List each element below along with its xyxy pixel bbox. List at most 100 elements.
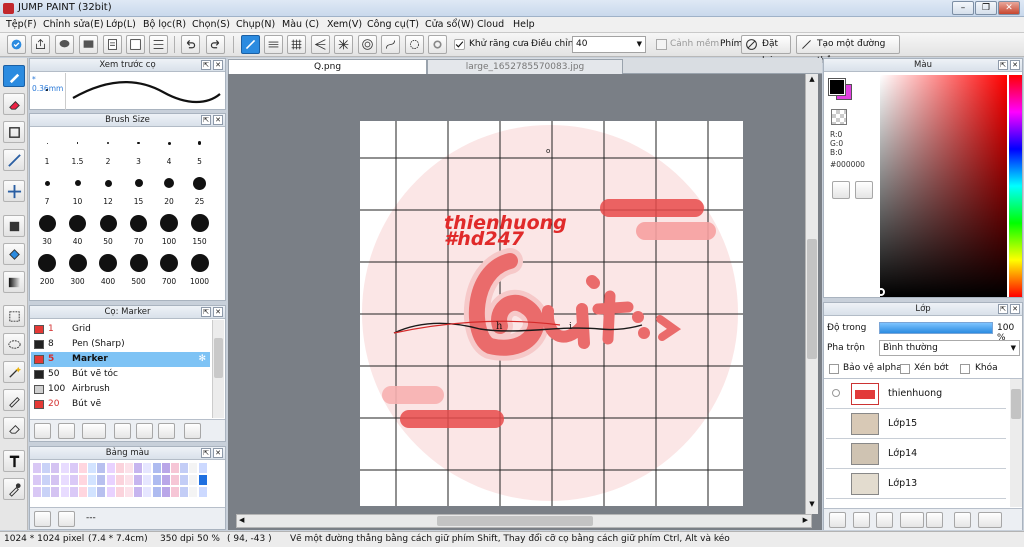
brush-size-option[interactable] xyxy=(93,250,123,276)
soft-edge-checkbox[interactable] xyxy=(656,39,667,50)
palette-swatch[interactable] xyxy=(189,487,198,497)
menu-select[interactable]: Chọn(S) xyxy=(192,19,230,30)
brush-size-option[interactable] xyxy=(185,130,215,156)
brush-size-option[interactable] xyxy=(63,170,93,196)
snap-circle-icon[interactable] xyxy=(405,35,424,54)
delete-palette-icon[interactable] xyxy=(58,511,75,527)
canvas-horizontal-scrollbar[interactable]: ◀ ▶ xyxy=(236,514,812,528)
palette-swatch[interactable] xyxy=(152,475,161,485)
reset-button[interactable]: Đặt lại xyxy=(741,35,791,66)
redo-icon[interactable] xyxy=(206,35,225,54)
palette-swatch[interactable] xyxy=(125,487,133,497)
copy-brush-icon[interactable] xyxy=(158,423,175,439)
palette-swatch[interactable] xyxy=(152,463,161,473)
new-canvas-icon[interactable] xyxy=(126,35,145,54)
palette-swatch[interactable] xyxy=(69,487,78,497)
close-icon[interactable]: ✕ xyxy=(1010,60,1020,70)
brush-size-option[interactable] xyxy=(32,170,62,196)
brush-size-option[interactable] xyxy=(154,250,184,276)
eyedropper-icon[interactable] xyxy=(855,181,873,199)
menu-color[interactable]: Màu (C) xyxy=(282,19,319,30)
brush-size-option[interactable] xyxy=(32,130,62,156)
palette-swatch[interactable] xyxy=(33,475,41,485)
duplicate-layer-icon[interactable] xyxy=(954,512,971,528)
lock-checkbox[interactable] xyxy=(960,364,970,374)
layer-row[interactable]: Lớp13 xyxy=(826,469,1006,499)
menu-window[interactable]: Cửa sổ(W) xyxy=(425,19,474,30)
new-brush-icon[interactable] xyxy=(58,423,75,439)
palette-swatch[interactable] xyxy=(51,487,60,497)
close-icon[interactable]: ✕ xyxy=(213,60,223,70)
line-tool-icon[interactable] xyxy=(3,149,25,171)
palette-swatch[interactable] xyxy=(60,475,69,485)
new-layer-8bit-icon[interactable] xyxy=(853,512,870,528)
palette-swatch[interactable] xyxy=(79,475,87,485)
tab-large-jpg[interactable]: large_1652785570083.jpg xyxy=(427,59,623,74)
float-icon[interactable]: ⇱ xyxy=(201,60,211,70)
lasso-tool-icon[interactable] xyxy=(3,333,25,355)
protect-alpha-checkbox[interactable] xyxy=(829,364,839,374)
palette-swatch[interactable] xyxy=(88,463,97,473)
menu-edit[interactable]: Chỉnh sửa(E) xyxy=(43,19,104,30)
brush-size-option[interactable] xyxy=(32,250,62,276)
minimize-button[interactable]: – xyxy=(952,1,974,15)
layer-row[interactable]: thienhuong xyxy=(826,379,1006,409)
maximize-button[interactable]: ❐ xyxy=(975,1,997,15)
brush-list-item[interactable]: 8 Pen (Sharp) xyxy=(31,337,210,352)
palette-icon[interactable] xyxy=(832,181,850,199)
layer-menu-icon[interactable] xyxy=(978,512,1002,528)
palette-swatch[interactable] xyxy=(60,487,69,497)
palette-swatch[interactable] xyxy=(143,487,152,497)
brush-size-option[interactable] xyxy=(63,130,93,156)
palette-swatch[interactable] xyxy=(152,487,161,497)
menu-tools[interactable]: Công cụ(T) xyxy=(367,19,419,30)
brush-list-item[interactable]: 100 Airbrush xyxy=(31,382,210,397)
menu-layer[interactable]: Lớp(L) xyxy=(106,19,136,30)
float-icon[interactable]: ⇱ xyxy=(201,115,211,125)
float-icon[interactable]: ⇱ xyxy=(201,307,211,317)
foreground-color-swatch[interactable] xyxy=(828,78,846,96)
new-layer-1bit-icon[interactable] xyxy=(876,512,893,528)
palette-swatch[interactable] xyxy=(42,475,51,485)
brush-size-option[interactable] xyxy=(32,210,62,236)
palette-swatch[interactable] xyxy=(115,463,124,473)
layer-add-menu-icon[interactable] xyxy=(900,512,924,528)
rectangle-tool-icon[interactable] xyxy=(3,121,25,143)
brush-size-option[interactable] xyxy=(124,210,154,236)
brush-list-item[interactable]: 5 Marker ✻ xyxy=(31,352,210,367)
palette-swatch[interactable] xyxy=(161,463,170,473)
layer-scrollbar[interactable] xyxy=(1010,379,1022,507)
palette-swatch[interactable] xyxy=(171,487,179,497)
brush-size-option[interactable] xyxy=(124,170,154,196)
menu-capture[interactable]: Chụp(N) xyxy=(236,19,275,30)
palette-swatch[interactable] xyxy=(161,475,170,485)
select-pen-tool-icon[interactable] xyxy=(3,389,25,411)
close-icon[interactable]: ✕ xyxy=(213,307,223,317)
move-tool-icon[interactable] xyxy=(3,180,25,202)
bucket-tool-icon[interactable] xyxy=(3,243,25,265)
palette-swatch[interactable] xyxy=(97,487,106,497)
brush-menu-icon[interactable] xyxy=(82,423,106,439)
tab-q-png[interactable]: Q.png xyxy=(228,59,427,74)
color-picker-handle[interactable] xyxy=(877,288,885,296)
brush-list-item[interactable]: 50 Bút vẽ tóc xyxy=(31,367,210,382)
brush-size-option[interactable] xyxy=(154,210,184,236)
message-icon[interactable] xyxy=(79,35,98,54)
menu-file[interactable]: Tệp(F) xyxy=(6,19,37,30)
gradient-tool-icon[interactable] xyxy=(3,271,25,293)
palette-swatch[interactable] xyxy=(33,463,41,473)
grid-settings-icon[interactable] xyxy=(149,35,168,54)
palette-swatch[interactable] xyxy=(189,475,198,485)
menu-view[interactable]: Xem(V) xyxy=(327,19,362,30)
float-icon[interactable]: ⇱ xyxy=(998,60,1008,70)
palette-swatch[interactable] xyxy=(171,475,179,485)
palette-swatch[interactable] xyxy=(106,463,115,473)
menu-cloud[interactable]: Cloud xyxy=(477,19,504,30)
snap-off-icon[interactable] xyxy=(241,35,260,54)
magic-wand-tool-icon[interactable] xyxy=(3,361,25,383)
clip-checkbox[interactable] xyxy=(900,364,910,374)
hue-slider[interactable] xyxy=(1009,75,1022,297)
close-button[interactable]: ✕ xyxy=(998,1,1020,15)
delete-brush-icon[interactable] xyxy=(184,423,201,439)
palette-swatch[interactable] xyxy=(171,463,179,473)
